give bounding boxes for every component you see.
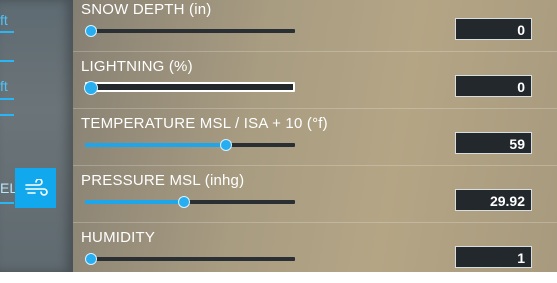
snow-depth-slider[interactable] (85, 25, 295, 37)
temperature-value-input[interactable]: 59 (455, 132, 532, 154)
temperature-label: TEMPERATURE MSL / ISA + 10 (°f) (81, 115, 328, 132)
wind-icon (24, 179, 48, 196)
slider-thumb[interactable] (219, 139, 232, 151)
setting-row-snow-depth: SNOW DEPTH (in) 0 (73, 0, 557, 52)
rail-underline-3 (0, 202, 14, 204)
lightning-label: LIGHTNING (%) (81, 58, 193, 75)
left-navigation-rail: ft ft EL (0, 0, 73, 272)
slider-track (85, 29, 295, 33)
humidity-label: HUMIDITY (81, 229, 156, 246)
lightning-value-input[interactable]: 0 (455, 75, 532, 97)
slider-track (85, 82, 295, 92)
slider-track (85, 257, 295, 261)
settings-panel: SNOW DEPTH (in) 0 LIGHTNING (%) 0 TEMPER… (73, 0, 557, 272)
slider-thumb[interactable] (178, 196, 191, 208)
rail-divider-2 (0, 114, 14, 116)
wind-tab-button[interactable] (15, 168, 56, 208)
humidity-value-input[interactable]: 1 (455, 246, 532, 268)
setting-row-humidity: HUMIDITY 1 (73, 222, 557, 272)
humidity-slider[interactable] (85, 253, 295, 265)
temperature-slider[interactable] (85, 139, 295, 151)
pressure-label: PRESSURE MSL (inhg) (81, 172, 245, 189)
pressure-slider[interactable] (85, 196, 295, 208)
rail-divider-1 (0, 60, 14, 62)
setting-row-pressure: PRESSURE MSL (inhg) 29.92 (73, 165, 557, 223)
weather-settings-screen: ft ft EL SNOW DEPTH (in) 0 LIGHTNING (%)… (0, 0, 557, 272)
setting-row-temperature: TEMPERATURE MSL / ISA + 10 (°f) 59 (73, 108, 557, 166)
rail-underline-1 (0, 31, 14, 33)
slider-thumb[interactable] (85, 253, 97, 265)
rail-label-1: ft (0, 12, 8, 28)
slider-thumb[interactable] (84, 81, 98, 95)
slider-thumb[interactable] (85, 25, 97, 37)
snow-depth-label: SNOW DEPTH (in) (81, 1, 212, 18)
pressure-value-input[interactable]: 29.92 (455, 189, 532, 211)
rail-label-2: ft (0, 78, 8, 94)
slider-fill (85, 200, 185, 204)
snow-depth-value-input[interactable]: 0 (455, 18, 532, 40)
lightning-slider[interactable] (84, 81, 295, 95)
rail-underline-2 (0, 98, 14, 100)
slider-fill (85, 143, 226, 147)
setting-row-lightning: LIGHTNING (%) 0 (73, 51, 557, 109)
